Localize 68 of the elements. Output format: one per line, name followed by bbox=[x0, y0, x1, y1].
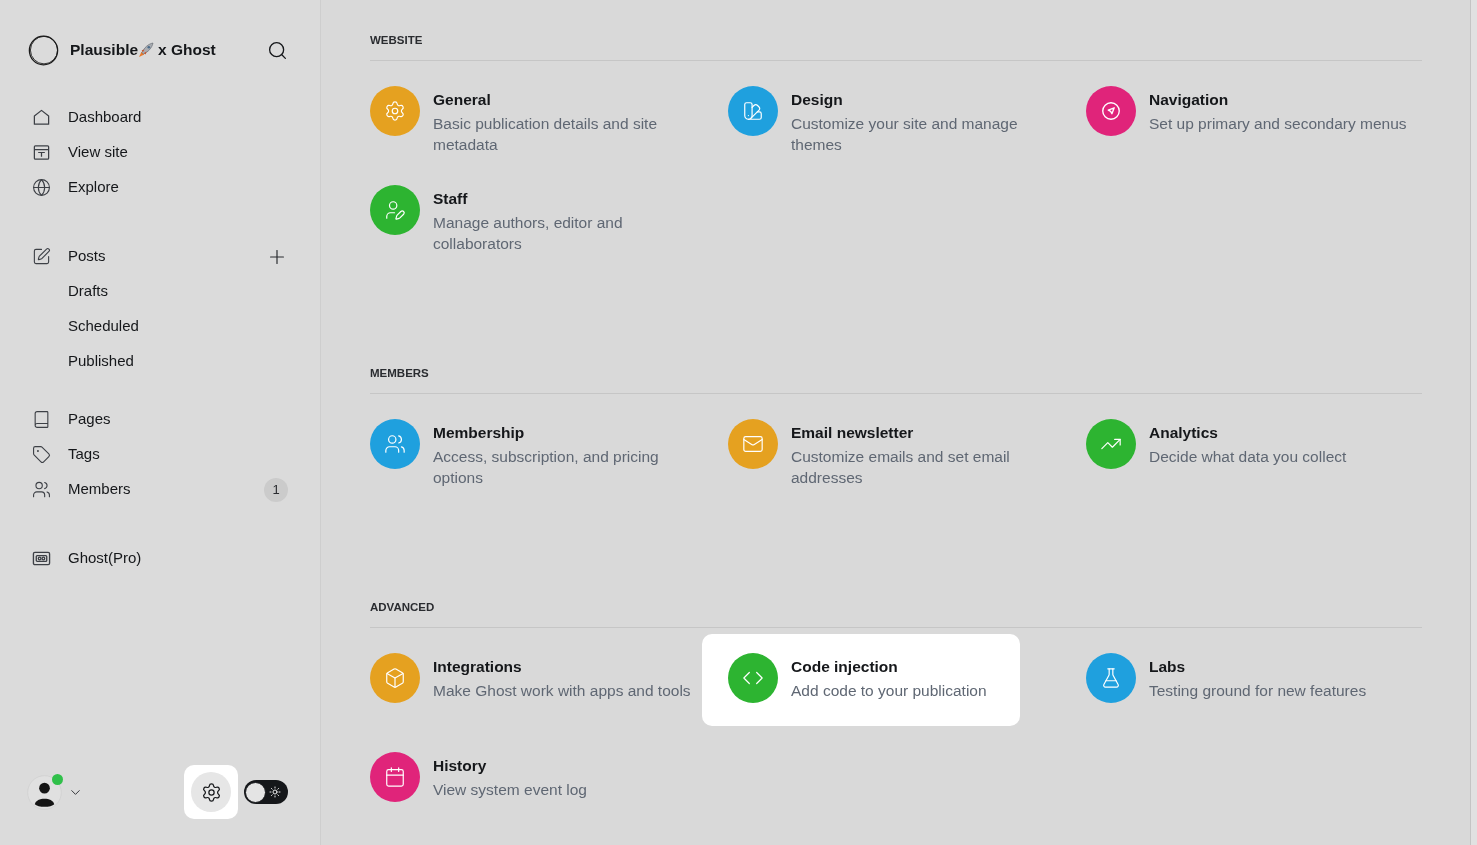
setting-description: Decide what data you collect bbox=[1149, 447, 1347, 467]
settings-item[interactable]: Analytics Decide what data you collect bbox=[1060, 400, 1378, 492]
nav-item[interactable]: Ghost(Pro) bbox=[32, 541, 288, 576]
settings-item[interactable]: General Basic publication details and site metadata bbox=[344, 67, 699, 159]
users-icon bbox=[32, 480, 51, 499]
book-icon bbox=[32, 410, 51, 429]
setting-title: Analytics bbox=[1149, 423, 1219, 443]
setting-description: Add code to your publication bbox=[791, 681, 987, 701]
brand-name: Plausible bbox=[70, 40, 139, 61]
nav-item[interactable]: Scheduled bbox=[32, 309, 288, 344]
avatar-icon bbox=[27, 774, 62, 810]
settings-item[interactable]: Integrations Make Ghost work with apps and tools bbox=[344, 634, 695, 726]
nav-item[interactable]: Dashboard bbox=[32, 100, 288, 135]
setting-title: History bbox=[433, 756, 488, 776]
setting-title: Integrations bbox=[433, 657, 523, 677]
setting-description: Access, subscription, and pricing options bbox=[433, 447, 660, 488]
settings-item[interactable]: Staff Manage authors, editor and collaborators bbox=[344, 166, 699, 258]
settings-item[interactable]: Design Customize your site and manage themes bbox=[702, 67, 1057, 159]
tag-icon bbox=[32, 445, 51, 464]
settings-item[interactable]: Code injection Add code to your publication bbox=[702, 634, 1020, 726]
nav-item[interactable]: Explore bbox=[32, 170, 288, 205]
settings-icon bbox=[200, 781, 222, 803]
setting-description: Basic publication details and site metadata bbox=[433, 114, 659, 155]
settings-button[interactable] bbox=[184, 765, 238, 819]
section-heading: ADVANCED bbox=[370, 600, 436, 615]
settings-item[interactable]: Navigation Set up primary and secondary menus bbox=[1060, 67, 1411, 159]
section-heading: WEBSITE bbox=[370, 33, 424, 48]
pen-square-icon bbox=[32, 247, 51, 266]
globe-icon bbox=[32, 178, 51, 197]
setting-description: Customize your site and manage themes bbox=[791, 114, 1019, 155]
setting-description: Customize emails and set email addresses bbox=[791, 447, 1011, 488]
setting-title: Staff bbox=[433, 189, 469, 209]
circle-logo-icon bbox=[28, 34, 59, 66]
setting-title: Code injection bbox=[791, 657, 899, 677]
setting-title: General bbox=[433, 90, 492, 110]
setting-title: Design bbox=[791, 90, 844, 110]
setting-description: Make Ghost work with apps and tools bbox=[433, 681, 691, 701]
brand-name-suffix: x Ghost bbox=[158, 40, 216, 61]
setting-title: Labs bbox=[1149, 657, 1187, 677]
setting-title: Navigation bbox=[1149, 90, 1230, 110]
theme-toggle[interactable] bbox=[244, 780, 288, 804]
house-icon bbox=[32, 108, 51, 127]
sun-icon bbox=[269, 786, 281, 798]
settings-item[interactable]: Labs Testing ground for new features bbox=[1060, 634, 1378, 726]
setting-title: Membership bbox=[433, 423, 526, 443]
setting-title: Email newsletter bbox=[791, 423, 915, 443]
user-menu-button[interactable] bbox=[27, 774, 83, 810]
nav-item[interactable]: Drafts bbox=[32, 274, 288, 309]
nav-item[interactable]: Pages bbox=[32, 402, 288, 437]
setting-description: View system event log bbox=[433, 780, 587, 800]
setting-description: Testing ground for new features bbox=[1149, 681, 1367, 701]
section-heading: MEMBERS bbox=[370, 366, 430, 381]
setting-description: Manage authors, editor and collaborators bbox=[433, 213, 624, 254]
search-button[interactable] bbox=[266, 39, 288, 61]
window-icon bbox=[32, 143, 51, 162]
count-badge: 1 bbox=[264, 477, 288, 502]
nav-item[interactable]: Published bbox=[32, 344, 288, 379]
nav-item[interactable]: View site bbox=[32, 135, 288, 170]
card-icon bbox=[32, 549, 51, 568]
settings-item[interactable]: Email newsletter Customize emails and set email addresses bbox=[702, 400, 1057, 492]
setting-description: Set up primary and secondary menus bbox=[1149, 114, 1407, 134]
settings-item[interactable]: History View system event log bbox=[344, 733, 662, 825]
settings-item[interactable]: Membership Access, subscription, and pricing options bbox=[344, 400, 699, 492]
rocket-icon bbox=[138, 42, 155, 58]
nav-item[interactable]: Members 1 bbox=[32, 472, 288, 507]
nav-item[interactable]: Posts bbox=[32, 239, 266, 274]
nav-item[interactable]: Tags bbox=[32, 437, 288, 472]
search-icon bbox=[266, 39, 288, 61]
